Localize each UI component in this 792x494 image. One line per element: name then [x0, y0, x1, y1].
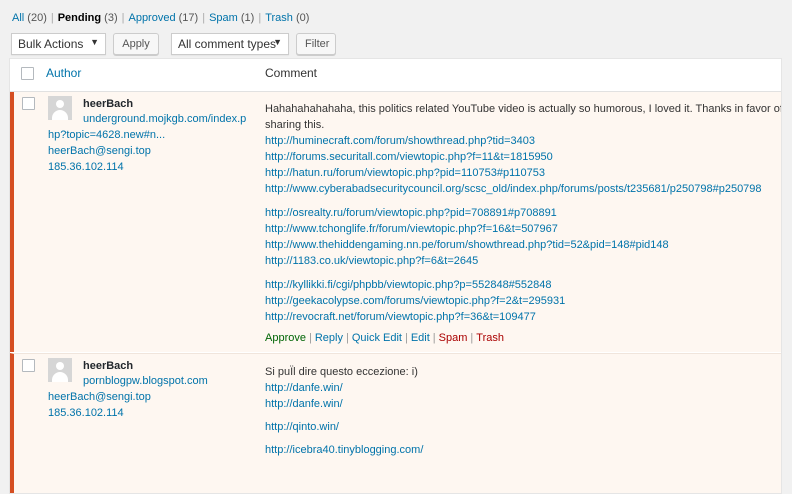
spam-link[interactable]: Spam: [439, 332, 468, 344]
comment-link[interactable]: http://danfe.win/: [265, 396, 343, 412]
status-filter-links: All (20) | Pending (3) | Approved (17) | Spam …: [12, 12, 310, 24]
comment-link[interactable]: http://geekacolypse.com/forums/viewtopic…: [265, 293, 565, 309]
comment-link[interactable]: http://www.cyberabadsecuritycouncil.org/…: [265, 181, 762, 197]
table-row: heerBach underground.mojkgb.com/index.p …: [10, 92, 781, 352]
filter-trash[interactable]: Trash (0): [265, 12, 309, 24]
comments-table: Author Comment heerBach underground.mojk…: [9, 58, 782, 494]
avatar: [48, 358, 72, 382]
comment-column-header: Comment: [265, 66, 318, 80]
comment-text-continued: sharing this.: [265, 119, 325, 131]
author-url-continued[interactable]: hp?topic=4628.new#n...: [48, 127, 165, 143]
select-all-checkbox[interactable]: [21, 67, 34, 80]
bulk-actions-label: Bulk Actions: [18, 37, 84, 51]
edit-link[interactable]: Edit: [411, 332, 430, 344]
reply-link[interactable]: Reply: [315, 332, 343, 344]
author-name: heerBach: [83, 360, 134, 372]
comment-link[interactable]: http://icebra40.tinyblogging.com/: [265, 442, 423, 458]
author-column-header[interactable]: Author: [46, 65, 81, 81]
trash-link[interactable]: Trash: [476, 332, 504, 344]
author-ip[interactable]: 185.36.102.114: [48, 405, 124, 421]
filter-approved[interactable]: Approved (17): [128, 12, 198, 24]
row-checkbox[interactable]: [22, 97, 35, 110]
author-name: heerBach: [83, 98, 134, 110]
author-url[interactable]: pornblogpw.blogspot.com: [83, 373, 208, 389]
comment-text: Si puÏl dire questo eccezione: i): [265, 366, 418, 378]
comment-link[interactable]: http://danfe.win/: [265, 380, 343, 396]
author-email[interactable]: heerBach@sengi.top: [48, 389, 151, 405]
comment-link[interactable]: http://qinto.win/: [265, 419, 339, 435]
comment-link[interactable]: http://www.thehiddengaming.nn.pe/forum/s…: [265, 237, 669, 253]
comment-link[interactable]: http://hatun.ru/forum/viewtopic.php?pid=…: [265, 165, 545, 181]
author-email[interactable]: heerBach@sengi.top: [48, 143, 151, 159]
approve-link[interactable]: Approve: [265, 332, 306, 344]
table-row: heerBach pornblogpw.blogspot.com heerBac…: [10, 353, 781, 493]
bulk-actions-select[interactable]: Bulk Actions ▼: [11, 33, 106, 55]
row-actions: Approve | Reply | Quick Edit | Edit | Spam | Trash: [265, 332, 504, 344]
comment-text: Hahahahahahaha, this politics related Yo…: [265, 103, 782, 115]
comment-link[interactable]: http://osrealty.ru/forum/viewtopic.php?p…: [265, 205, 557, 221]
apply-button[interactable]: Apply: [113, 33, 159, 55]
filter-button[interactable]: Filter: [296, 33, 336, 55]
comment-link[interactable]: http://www.tchonglife.fr/forum/viewtopic…: [265, 221, 558, 237]
quick-edit-link[interactable]: Quick Edit: [352, 332, 402, 344]
author-ip[interactable]: 185.36.102.114: [48, 159, 124, 175]
filter-pending-count: (3): [104, 12, 118, 24]
avatar: [48, 96, 72, 120]
filter-spam[interactable]: Spam (1): [209, 12, 254, 24]
comment-link[interactable]: http://revocraft.net/forum/viewtopic.php…: [265, 309, 536, 325]
comment-link[interactable]: http://1183.co.uk/viewtopic.php?f=6&t=26…: [265, 253, 478, 269]
comment-link[interactable]: http://huminecraft.com/forum/showthread.…: [265, 133, 535, 149]
comment-types-select[interactable]: All comment types ▼: [171, 33, 289, 55]
comment-link[interactable]: http://forums.securitall.com/viewtopic.p…: [265, 149, 553, 165]
dropdown-arrow-icon: ▼: [90, 37, 99, 47]
comment-types-label: All comment types: [178, 37, 277, 51]
filter-pending[interactable]: Pending: [58, 12, 101, 24]
row-checkbox[interactable]: [22, 359, 35, 372]
author-url[interactable]: underground.mojkgb.com/index.p: [83, 111, 246, 127]
dropdown-arrow-icon: ▼: [273, 37, 282, 47]
table-header: Author Comment: [10, 59, 781, 92]
filter-all[interactable]: All (20): [12, 12, 47, 24]
comment-link[interactable]: http://kyllikki.fi/cgi/phpbb/viewtopic.p…: [265, 277, 552, 293]
